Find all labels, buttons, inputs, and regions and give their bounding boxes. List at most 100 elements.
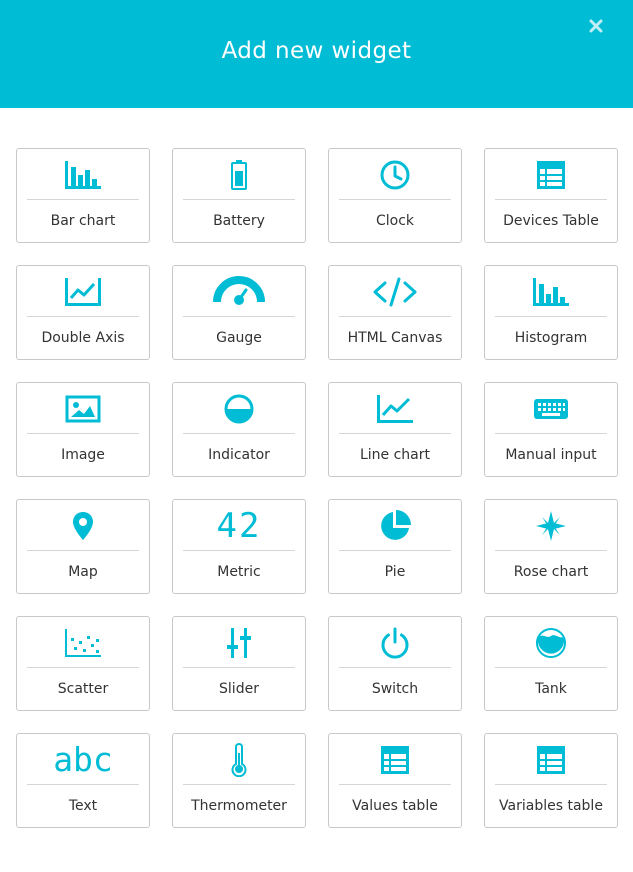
tile-divider xyxy=(183,433,295,434)
widget-label: Histogram xyxy=(514,330,588,346)
widget-tile-clock[interactable]: Clock xyxy=(328,148,462,243)
widget-label: Rose chart xyxy=(513,564,589,580)
widget-label: Image xyxy=(61,447,105,463)
widget-tile-bar-chart[interactable]: Bar chart xyxy=(16,148,150,243)
widget-tile-html-canvas[interactable]: HTML Canvas xyxy=(328,265,462,360)
widget-tile-metric[interactable]: 42 Metric xyxy=(172,499,306,594)
tile-divider xyxy=(27,667,139,668)
tank-icon xyxy=(536,628,566,658)
widget-tile-rose-chart[interactable]: Rose chart xyxy=(484,499,618,594)
tile-divider xyxy=(495,199,607,200)
table-icon xyxy=(537,161,565,189)
tile-divider xyxy=(339,433,451,434)
widget-tile-values-table[interactable]: Values table xyxy=(328,733,462,828)
widget-tile-histogram[interactable]: Histogram xyxy=(484,265,618,360)
widget-label: Metric xyxy=(217,564,261,580)
tile-divider xyxy=(495,550,607,551)
widget-tile-pie[interactable]: Pie xyxy=(328,499,462,594)
table-icon xyxy=(537,746,565,774)
widget-label: Values table xyxy=(352,798,438,814)
tile-divider xyxy=(495,784,607,785)
widget-grid: Bar chart Battery Clock Devices Table Do… xyxy=(16,148,618,828)
tile-divider xyxy=(183,667,295,668)
line-chart-icon xyxy=(377,395,413,423)
tile-divider xyxy=(183,199,295,200)
widget-label: Indicator xyxy=(208,447,270,463)
widget-label: Gauge xyxy=(216,330,262,346)
widget-tile-text[interactable]: abc Text xyxy=(16,733,150,828)
widget-label: Slider xyxy=(219,681,259,697)
tile-divider xyxy=(27,784,139,785)
tile-divider xyxy=(495,316,607,317)
widget-label: Devices Table xyxy=(503,213,599,229)
widget-tile-tank[interactable]: Tank xyxy=(484,616,618,711)
widget-label: Battery xyxy=(213,213,265,229)
pie-chart-icon xyxy=(381,510,411,540)
tile-divider xyxy=(27,199,139,200)
histogram-icon xyxy=(533,278,569,306)
widget-label: Bar chart xyxy=(50,213,116,229)
tile-divider xyxy=(27,316,139,317)
widget-label: Text xyxy=(68,798,98,814)
widget-tile-indicator[interactable]: Indicator xyxy=(172,382,306,477)
tile-divider xyxy=(339,784,451,785)
widget-label: Variables table xyxy=(499,798,603,814)
widget-label: Line chart xyxy=(359,447,431,463)
widget-tile-map[interactable]: Map xyxy=(16,499,150,594)
widget-tile-scatter[interactable]: Scatter xyxy=(16,616,150,711)
image-icon xyxy=(65,395,101,423)
widget-tile-battery[interactable]: Battery xyxy=(172,148,306,243)
widget-label: Clock xyxy=(375,213,415,229)
dialog-title: Add new widget xyxy=(221,38,412,64)
thermometer-icon xyxy=(231,743,247,777)
tile-divider xyxy=(339,316,451,317)
clock-icon xyxy=(380,160,410,190)
widget-label: Double Axis xyxy=(41,330,125,346)
widget-tile-gauge[interactable]: Gauge xyxy=(172,265,306,360)
tile-divider xyxy=(183,550,295,551)
close-button[interactable] xyxy=(586,16,606,36)
text-icon: abc xyxy=(53,740,113,779)
widget-tile-thermometer[interactable]: Thermometer xyxy=(172,733,306,828)
widget-tile-line-chart[interactable]: Line chart xyxy=(328,382,462,477)
widget-label: HTML Canvas xyxy=(347,330,443,346)
keyboard-icon xyxy=(534,399,568,419)
bar-chart-icon xyxy=(65,161,101,189)
widget-tile-slider[interactable]: Slider xyxy=(172,616,306,711)
widget-tile-switch[interactable]: Switch xyxy=(328,616,462,711)
tile-divider xyxy=(183,316,295,317)
double-axis-icon xyxy=(65,278,101,306)
widget-label: Switch xyxy=(371,681,419,697)
widget-tile-image[interactable]: Image xyxy=(16,382,150,477)
widget-label: Pie xyxy=(384,564,406,580)
tile-divider xyxy=(27,433,139,434)
tile-divider xyxy=(339,667,451,668)
tile-divider xyxy=(27,550,139,551)
battery-icon xyxy=(231,160,247,190)
widget-tile-double-axis[interactable]: Double Axis xyxy=(16,265,150,360)
widget-label: Map xyxy=(68,564,98,580)
indicator-icon xyxy=(224,394,254,424)
tile-divider xyxy=(183,784,295,785)
widget-label: Tank xyxy=(535,681,567,697)
tile-divider xyxy=(495,667,607,668)
rose-chart-icon xyxy=(536,511,566,541)
widget-label: Manual input xyxy=(505,447,597,463)
widget-tile-manual-input[interactable]: Manual input xyxy=(484,382,618,477)
close-icon xyxy=(589,19,603,33)
tile-divider xyxy=(339,199,451,200)
table-icon xyxy=(381,746,409,774)
scatter-icon xyxy=(65,629,101,657)
map-pin-icon xyxy=(73,512,93,540)
dialog-header: Add new widget xyxy=(0,0,633,108)
tile-divider xyxy=(495,433,607,434)
widget-tile-devices-table[interactable]: Devices Table xyxy=(484,148,618,243)
tile-divider xyxy=(339,550,451,551)
metric-icon: 42 xyxy=(216,506,262,546)
power-icon xyxy=(381,627,409,659)
widget-tile-variables-table[interactable]: Variables table xyxy=(484,733,618,828)
widget-label: Thermometer xyxy=(191,798,287,814)
slider-icon xyxy=(227,628,251,658)
code-icon xyxy=(373,277,417,307)
widget-label: Scatter xyxy=(57,681,109,697)
